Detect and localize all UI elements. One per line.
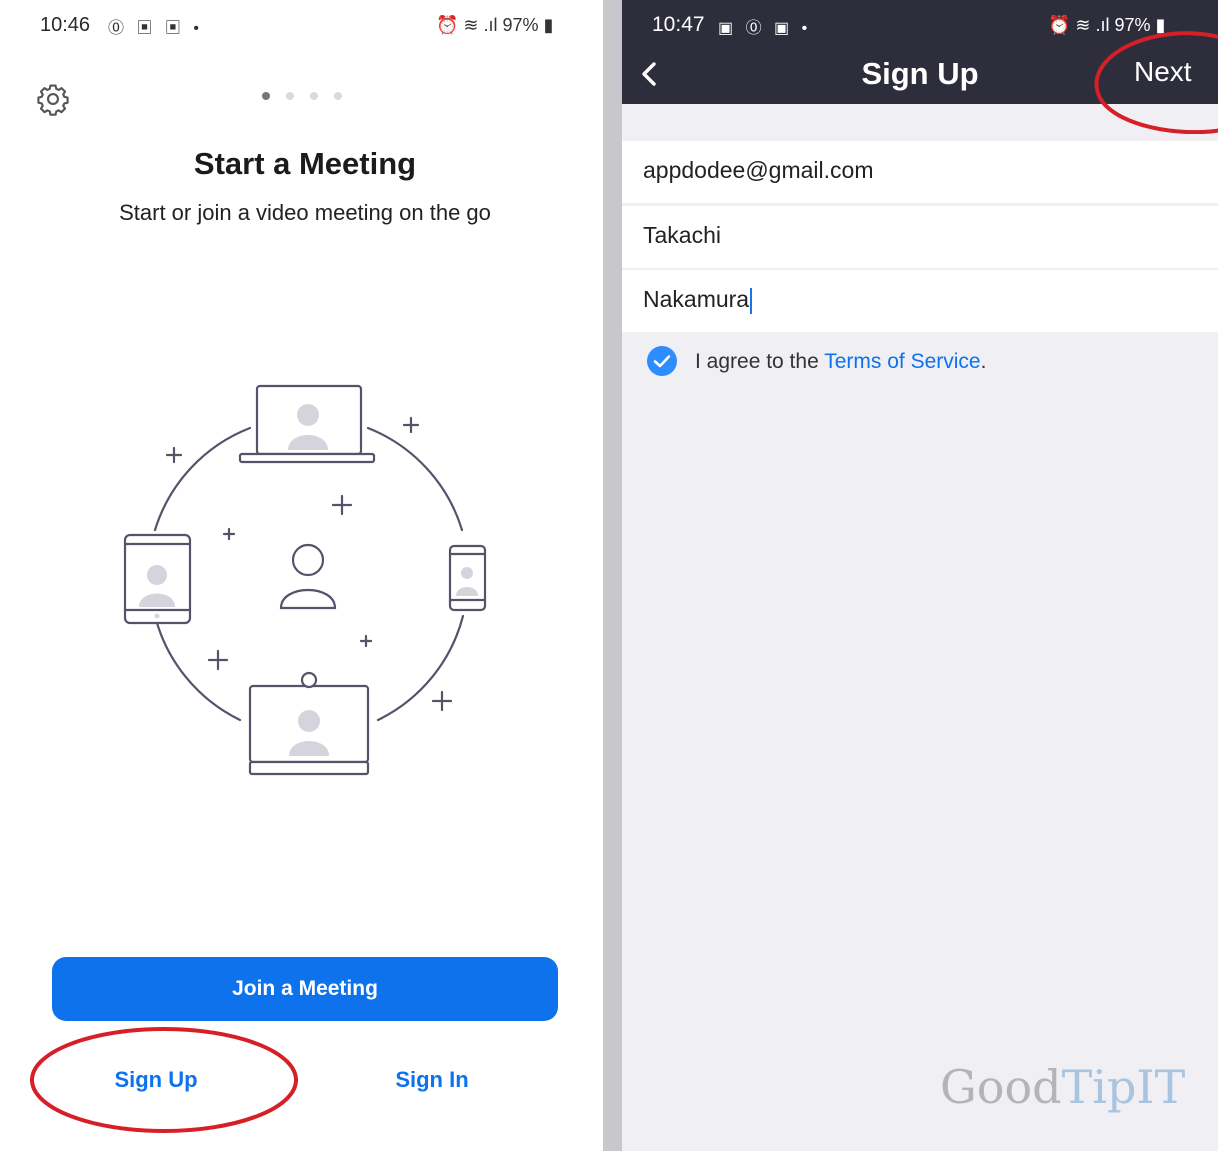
join-meeting-button[interactable]: Join a Meeting bbox=[52, 957, 558, 1021]
last-name-field-value: Nakamura bbox=[643, 286, 750, 312]
page-subtitle: Start or join a video meeting on the go bbox=[119, 200, 491, 225]
sign-in-button[interactable]: Sign In bbox=[372, 1060, 492, 1100]
watermark-part2: TipIT bbox=[1061, 1060, 1186, 1114]
watermark-logo: GoodTipIT bbox=[940, 1060, 1185, 1114]
last-name-field-container: Nakamura bbox=[643, 286, 753, 314]
meeting-devices-illustration bbox=[123, 384, 487, 776]
gear-icon[interactable] bbox=[36, 82, 70, 116]
panel-divider bbox=[603, 0, 622, 1151]
status-notification-icons: ▣ ⓪ ▣ • bbox=[718, 20, 812, 37]
start-meeting-screen: 10:46 ⓪ ▣ ▣ • ⏰ ≋ .ıl 97% ▮ Start a Meet… bbox=[0, 0, 603, 1151]
page-dot bbox=[286, 92, 294, 100]
sign-up-screen: 10:47 ▣ ⓪ ▣ • ⏰ ≋ .ıl 97% ▮ Sign Up Next… bbox=[622, 0, 1218, 1151]
page-dot bbox=[310, 92, 318, 100]
highlight-circle-next bbox=[1094, 31, 1218, 134]
status-notification-icons: ⓪ ▣ ▣ • bbox=[108, 20, 203, 37]
page-title: Start a Meeting bbox=[193, 146, 417, 181]
watermark-part1: Good bbox=[940, 1060, 1062, 1114]
last-name-field[interactable]: Nakamura bbox=[622, 270, 1218, 332]
email-field-value: appdodee@gmail.com bbox=[643, 157, 874, 183]
terms-of-service-link[interactable]: Terms of Service bbox=[824, 350, 980, 373]
status-battery-signal: ⏰ ≋ .ıl 97% ▮ bbox=[436, 14, 554, 35]
highlight-circle-sign-up bbox=[30, 1027, 298, 1133]
page-indicator bbox=[262, 92, 342, 100]
terms-suffix: . bbox=[980, 350, 987, 373]
page-dot-active bbox=[262, 92, 270, 100]
terms-prefix: I agree to the bbox=[695, 350, 825, 373]
terms-agreement: I agree to the Terms of Service. bbox=[695, 350, 986, 374]
email-field[interactable]: appdodee@gmail.com bbox=[622, 141, 1218, 203]
text-cursor bbox=[750, 287, 753, 314]
status-time: 10:47 bbox=[652, 13, 705, 36]
first-name-field-value: Takachi bbox=[643, 222, 721, 248]
page-dot bbox=[334, 92, 342, 100]
status-time: 10:46 bbox=[40, 13, 91, 36]
first-name-field[interactable]: Takachi bbox=[622, 206, 1218, 268]
checkbox-checked-icon[interactable] bbox=[646, 345, 678, 377]
